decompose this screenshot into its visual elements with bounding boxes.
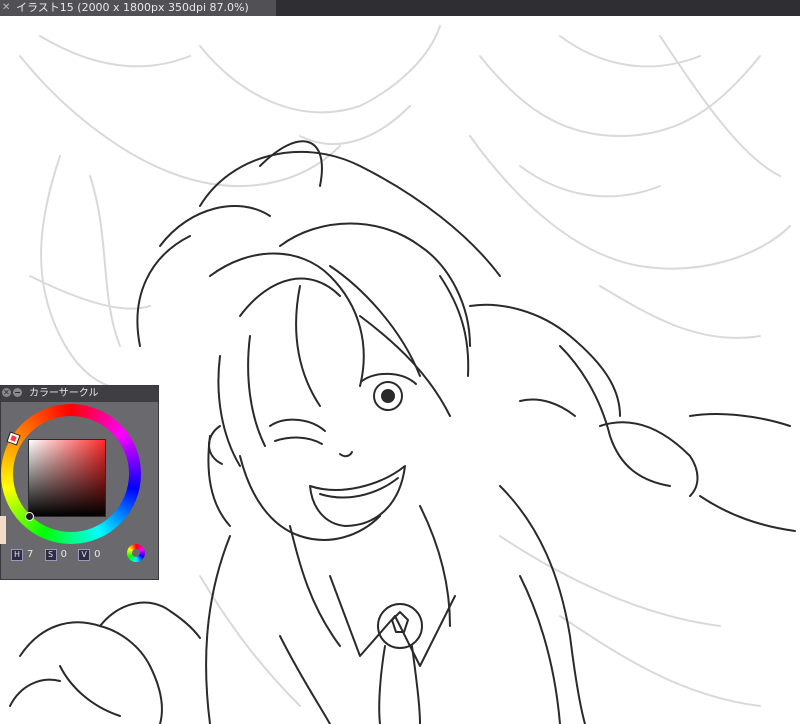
- hue-key[interactable]: H: [11, 549, 23, 561]
- hand-lines: [469, 303, 796, 532]
- sv-marker[interactable]: [25, 512, 34, 521]
- value-key[interactable]: V: [78, 549, 91, 561]
- hsv-readout: H7 S0 V0: [11, 548, 121, 562]
- value-value: 0: [94, 549, 101, 560]
- drawing-canvas[interactable]: ✕ カラーサークル H7 S0 V0: [0, 16, 800, 724]
- color-circle-titlebar[interactable]: ✕ カラーサークル: [1, 386, 158, 402]
- hue-value: 7: [27, 549, 34, 560]
- saturation-value: 0: [60, 549, 67, 560]
- document-tab-bar: ✕ イラスト15 (2000 x 1800px 350dpi 87.0%): [0, 0, 800, 16]
- document-tab[interactable]: ✕ イラスト15 (2000 x 1800px 350dpi 87.0%): [0, 0, 276, 16]
- lower-hand-lines: [9, 601, 201, 724]
- saturation-value-square[interactable]: [29, 440, 105, 516]
- line-art: [9, 25, 796, 724]
- close-icon[interactable]: ✕: [2, 388, 11, 397]
- color-mode-icon[interactable]: [127, 544, 145, 562]
- minimize-icon[interactable]: [13, 388, 22, 397]
- tab-close-icon[interactable]: ✕: [2, 0, 10, 16]
- color-wheel[interactable]: [1, 404, 141, 544]
- color-circle-panel[interactable]: ✕ カラーサークル H7 S0 V0: [0, 385, 159, 580]
- hair-lines: [136, 140, 501, 527]
- saturation-key[interactable]: S: [44, 549, 57, 561]
- face-lines: [208, 372, 417, 541]
- document-title: イラスト15 (2000 x 1800px 350dpi 87.0%): [16, 1, 249, 14]
- main-color-swatch[interactable]: [0, 516, 6, 544]
- color-circle-title: カラーサークル: [29, 388, 99, 399]
- body-lines: [205, 485, 586, 724]
